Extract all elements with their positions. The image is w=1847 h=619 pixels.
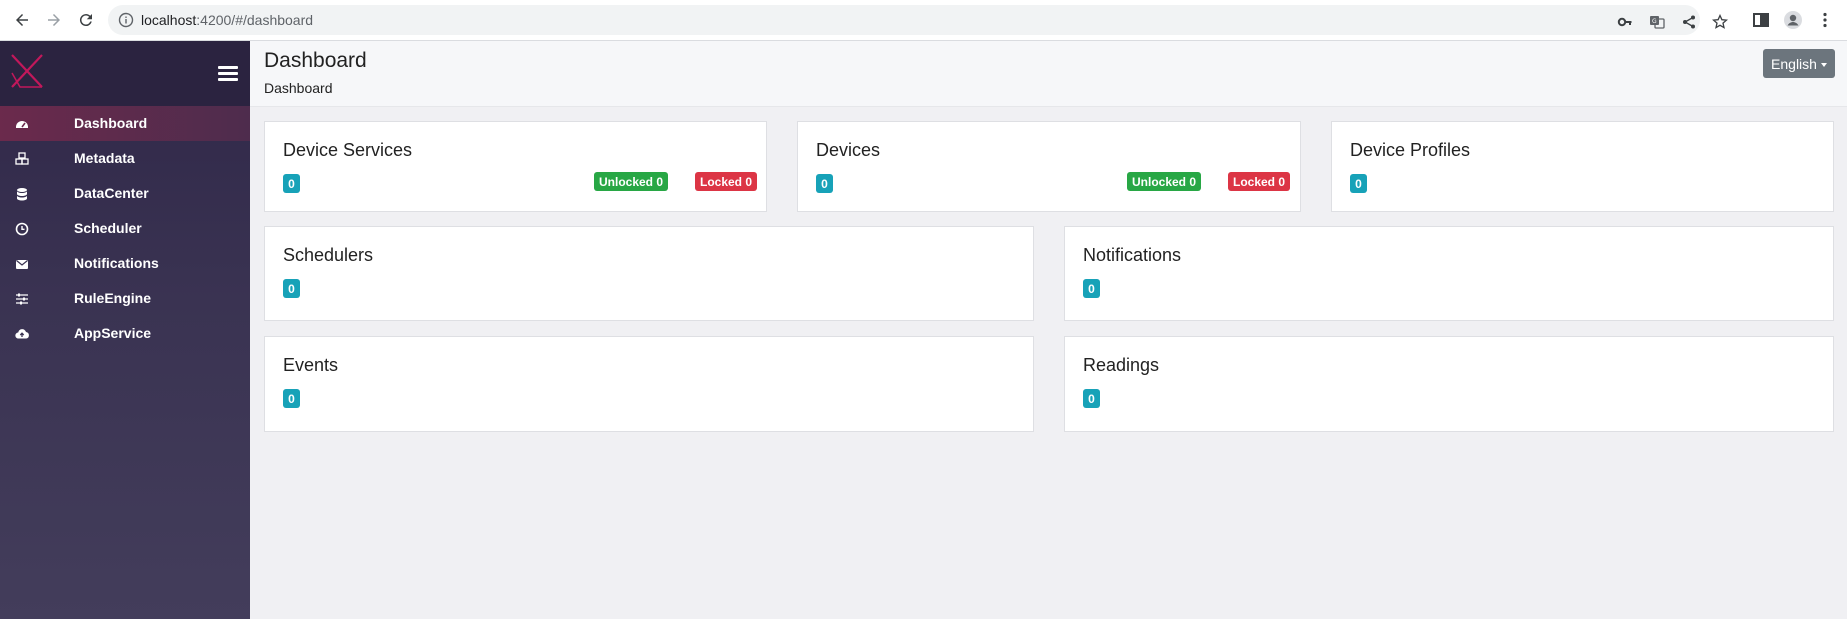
chevron-down-icon	[1820, 62, 1827, 67]
sidebar-header	[0, 41, 250, 106]
readings-card[interactable]: Readings 0	[1064, 336, 1834, 432]
unlocked-badge: Unlocked 0	[1127, 172, 1202, 191]
cubes-icon	[15, 152, 29, 165]
sidebar-item-notifications[interactable]: Notifications	[0, 246, 250, 281]
cloud-upload-icon	[15, 329, 29, 339]
sidebar-item-metadata[interactable]: Metadata	[0, 141, 250, 176]
sidebar-item-label: Notifications	[74, 255, 159, 271]
unlocked-badge: Unlocked 0	[594, 172, 669, 191]
schedulers-card[interactable]: Schedulers 0	[264, 226, 1034, 321]
sidebar-item-label: RuleEngine	[74, 290, 152, 306]
bookmark-star-icon[interactable]	[1712, 14, 1728, 30]
card-title: Notifications	[1083, 245, 1182, 265]
profile-icon[interactable]	[1783, 10, 1803, 30]
url-text: localhost:4200/#/dashboard	[141, 12, 314, 28]
events-card[interactable]: Events 0	[264, 336, 1034, 432]
card-title: Schedulers	[283, 245, 374, 265]
devices-card[interactable]: Devices 0 Unlocked 0 Locked 0	[797, 121, 1301, 212]
sidebar-item-scheduler[interactable]: Scheduler	[0, 211, 250, 246]
count-badge: 0	[1350, 174, 1367, 193]
count-badge: 0	[1083, 389, 1100, 408]
app-logo-icon[interactable]	[10, 53, 44, 89]
translate-icon[interactable]: G	[1649, 14, 1665, 30]
card-title: Readings	[1083, 355, 1160, 375]
browser-toolbar: localhost:4200/#/dashboard G	[0, 0, 1847, 41]
notifications-card[interactable]: Notifications 0	[1064, 226, 1834, 321]
sidebar-item-dashboard[interactable]: Dashboard	[0, 106, 250, 141]
language-label: English	[1771, 55, 1817, 72]
sidebar-item-label: AppService	[74, 325, 152, 341]
locked-badge: Locked 0	[1228, 172, 1291, 191]
sidebar-item-ruleengine[interactable]: RuleEngine	[0, 281, 250, 316]
count-badge: 0	[816, 174, 833, 193]
device-services-card[interactable]: Device Services 0 Unlocked 0 Locked 0	[264, 121, 767, 212]
count-badge: 0	[283, 279, 300, 298]
more-options-icon[interactable]	[1815, 10, 1835, 30]
sidebar-item-label: Dashboard	[74, 115, 148, 131]
sidebar-item-label: DataCenter	[74, 185, 149, 201]
svg-text:G: G	[1652, 18, 1657, 25]
card-title: Device Services	[283, 140, 413, 160]
clock-icon	[15, 222, 29, 236]
share-icon[interactable]	[1681, 14, 1697, 30]
main-content: Dashboard Dashboard English Device Servi…	[250, 41, 1847, 619]
envelope-icon	[16, 260, 28, 269]
menu-toggle-button[interactable]	[218, 66, 238, 82]
device-profiles-card[interactable]: Device Profiles 0	[1331, 121, 1834, 212]
sidebar: Dashboard Metadata DataCenter Scheduler …	[0, 41, 250, 619]
reload-icon[interactable]	[74, 8, 98, 32]
sidebar-item-datacenter[interactable]: DataCenter	[0, 176, 250, 211]
sliders-icon	[16, 293, 28, 305]
sidebar-item-label: Metadata	[74, 150, 135, 166]
address-bar[interactable]: localhost:4200/#/dashboard G	[108, 5, 1728, 35]
count-badge: 0	[1083, 279, 1100, 298]
database-icon	[17, 188, 27, 201]
language-dropdown-button[interactable]: English	[1763, 49, 1835, 78]
page-title: Dashboard	[264, 49, 367, 72]
count-badge: 0	[283, 389, 300, 408]
key-icon[interactable]	[1617, 14, 1633, 30]
sidebar-menu: Dashboard Metadata DataCenter Scheduler …	[0, 106, 250, 351]
card-title: Devices	[816, 140, 881, 160]
locked-badge: Locked 0	[695, 172, 758, 191]
side-panel-icon[interactable]	[1751, 10, 1771, 30]
card-title: Events	[283, 355, 339, 375]
back-icon[interactable]	[10, 8, 34, 32]
forward-icon[interactable]	[42, 8, 66, 32]
dashboard-icon	[16, 121, 28, 128]
card-title: Device Profiles	[1350, 140, 1471, 160]
sidebar-item-appservice[interactable]: AppService	[0, 316, 250, 351]
page-header: Dashboard Dashboard English	[250, 41, 1847, 107]
site-info-icon[interactable]	[118, 12, 134, 28]
breadcrumb: Dashboard	[264, 80, 333, 96]
count-badge: 0	[283, 174, 300, 193]
sidebar-item-label: Scheduler	[74, 220, 142, 236]
